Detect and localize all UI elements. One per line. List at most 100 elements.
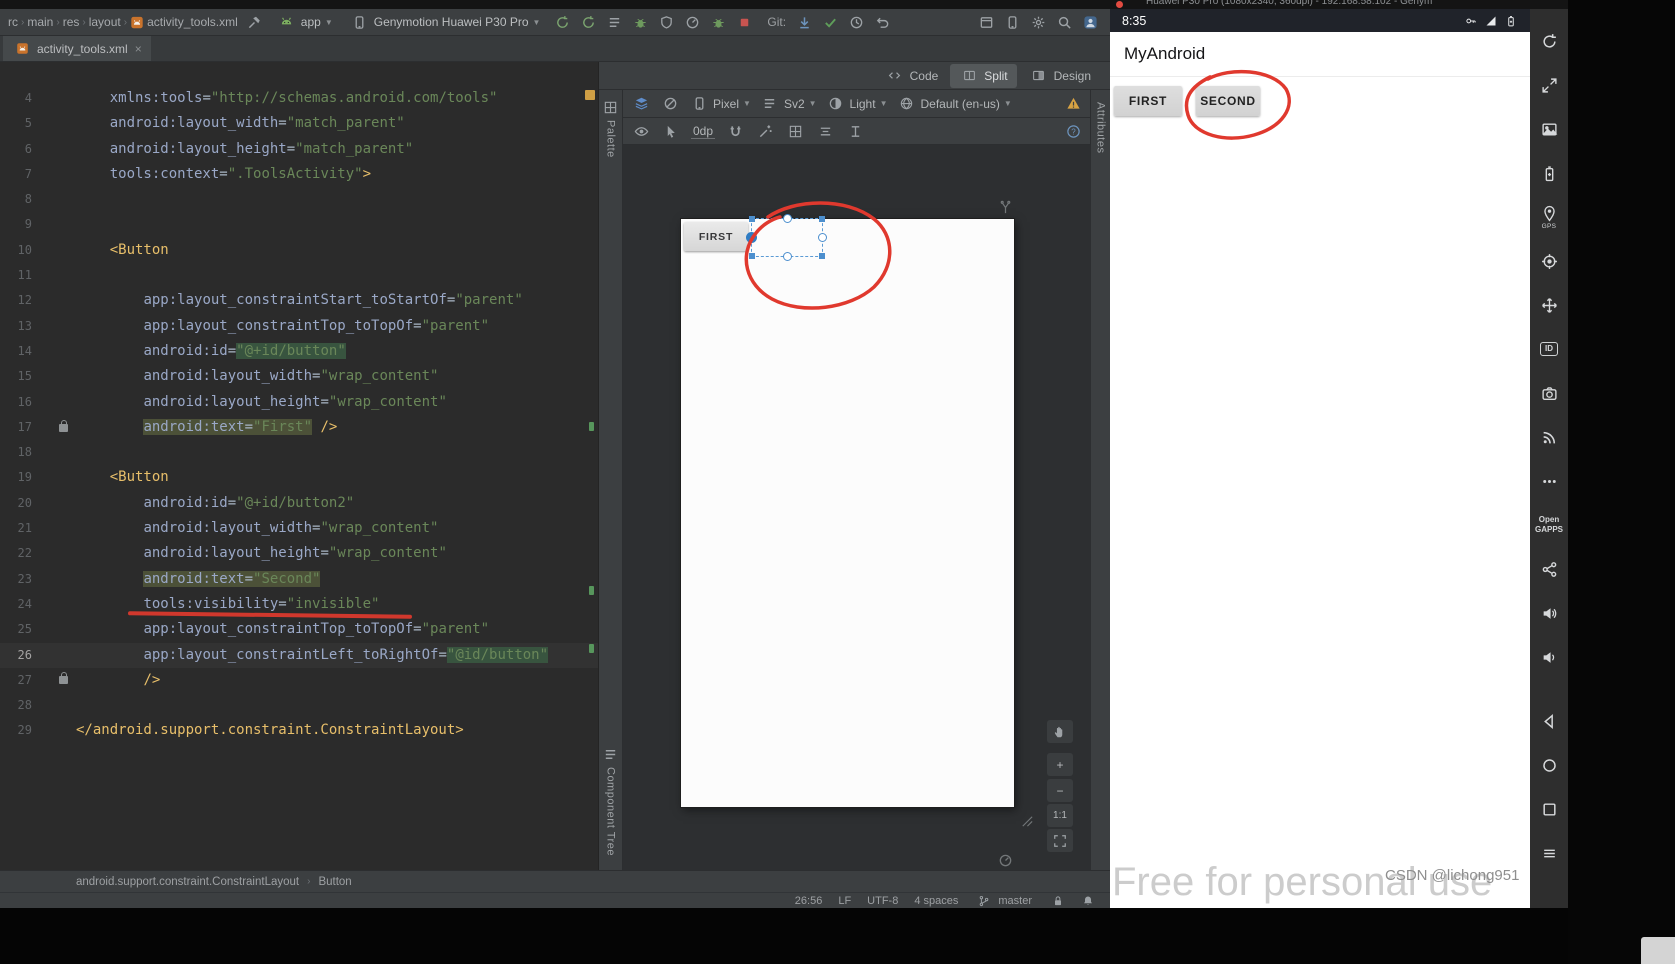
signal-icon[interactable] [1483, 14, 1498, 28]
theme-select[interactable]: Light ▼ [826, 95, 888, 113]
gps-button[interactable]: GPS [1530, 195, 1568, 239]
breadcrumb-item[interactable]: rc [8, 15, 18, 29]
code-line-24[interactable]: 24 tools:visibility="invisible" [0, 592, 598, 619]
default-margin-select[interactable]: 0dp [691, 124, 716, 139]
zoom-in-button[interactable]: + [1047, 753, 1073, 776]
code-line-9[interactable]: 9 [0, 212, 598, 237]
component-tree-tab[interactable]: Component Tree [605, 767, 617, 856]
device-select[interactable]: Genymotion Huawei P30 Pro ▼ [344, 12, 547, 32]
notifications-icon[interactable] [1078, 892, 1098, 910]
attributes-tab[interactable]: Attributes [1095, 102, 1107, 153]
breadcrumb-item[interactable]: layout [89, 15, 121, 29]
code-editor[interactable]: 4 xmlns:tools="http://schemas.android.co… [0, 62, 598, 870]
locale-select[interactable]: Default (en-us) ▼ [897, 95, 1012, 113]
breadcrumb-button[interactable]: Button [318, 876, 351, 888]
pan-tool-button[interactable] [1047, 720, 1073, 743]
resize-handle-icon[interactable] [1016, 811, 1036, 829]
view-options-icon[interactable] [631, 122, 651, 140]
status-item[interactable]: LF [838, 895, 851, 907]
resize-window-button[interactable] [1530, 63, 1568, 107]
design-canvas[interactable]: FIRST + − 1:1 [623, 145, 1091, 870]
attach-debugger-button[interactable] [707, 12, 730, 33]
breadcrumb-item[interactable]: main [27, 15, 53, 29]
status-item[interactable]: UTF-8 [867, 895, 898, 907]
run-config-select[interactable]: app ▼ [271, 12, 339, 32]
rotate-screen-button[interactable] [1530, 19, 1568, 63]
breadcrumb-item[interactable]: res [63, 15, 80, 29]
infer-constraints-icon[interactable] [755, 122, 775, 140]
code-line-25[interactable]: 25 app:layout_constraintTop_toTopOf="par… [0, 617, 598, 642]
code-line-4[interactable]: 4 xmlns:tools="http://schemas.android.co… [0, 86, 598, 111]
code-line-6[interactable]: 6 android:layout_height="match_parent" [0, 137, 598, 162]
layout-inspector-button[interactable] [1001, 12, 1024, 33]
code-line-11[interactable]: 11 [0, 263, 598, 288]
help-icon[interactable]: ? [1063, 122, 1083, 140]
debug-button[interactable] [629, 12, 652, 33]
stop-button[interactable] [733, 12, 756, 33]
device-manager-button[interactable] [975, 12, 998, 33]
code-line-21[interactable]: 21 android:layout_width="wrap_content" [0, 516, 598, 541]
breadcrumb-item[interactable]: activity_tools.xml [147, 15, 238, 29]
nav-home-button[interactable] [1530, 743, 1568, 787]
scrollbar-change-mark[interactable] [589, 644, 594, 653]
variants-icon[interactable] [995, 198, 1015, 216]
code-line-17[interactable]: 17 android:text="First" /> [0, 415, 598, 440]
status-item[interactable]: 4 spaces [914, 895, 958, 907]
camera-button[interactable] [1530, 371, 1568, 415]
volume-up-button[interactable] [1530, 591, 1568, 635]
autoconnect-icon[interactable] [725, 122, 745, 140]
palette-tab[interactable]: Palette [605, 120, 617, 158]
task-list-button[interactable] [603, 12, 626, 33]
zoom-actual-button[interactable]: 1:1 [1047, 804, 1073, 827]
nav-recents-button[interactable] [1530, 787, 1568, 831]
code-line-10[interactable]: 10 <Button [0, 238, 598, 263]
api-version-select[interactable]: Sv2 ▼ [760, 95, 817, 113]
profiler-button[interactable] [681, 12, 704, 33]
git-update-button[interactable] [793, 12, 816, 33]
share-button[interactable] [1530, 547, 1568, 591]
breadcrumb-constraint-layout[interactable]: android.support.constraint.ConstraintLay… [76, 876, 299, 888]
lock-icon[interactable] [1048, 892, 1068, 910]
volume-down-button[interactable] [1530, 635, 1568, 679]
code-line-28[interactable]: 28 [0, 693, 598, 718]
sync-gradle-button[interactable] [551, 12, 574, 33]
git-branch-widget[interactable]: master [974, 892, 1032, 910]
component-tree-icon[interactable] [601, 745, 621, 763]
code-line-5[interactable]: 5 android:layout_width="match_parent" [0, 111, 598, 136]
code-line-26[interactable]: 26 app:layout_constraintLeft_toRightOf="… [0, 642, 598, 668]
build-hammer-button[interactable] [243, 12, 266, 33]
code-line-13[interactable]: 13 app:layout_constraintTop_toTopOf="par… [0, 314, 598, 339]
profile-avatar[interactable] [1079, 12, 1102, 33]
code-line-12[interactable]: 12 app:layout_constraintStart_toStartOf=… [0, 288, 598, 313]
pack-icon[interactable] [785, 122, 805, 140]
more-options-button[interactable] [1530, 459, 1568, 503]
scrollbar-warning-mark[interactable] [585, 90, 595, 100]
search-button[interactable] [1053, 12, 1076, 33]
code-line-8[interactable]: 8 [0, 187, 598, 212]
close-icon[interactable]: × [135, 42, 142, 56]
code-line-14[interactable]: 14 android:id="@+id/button" [0, 339, 598, 364]
settings-button[interactable] [1027, 12, 1050, 33]
palette-icon[interactable] [601, 98, 621, 116]
git-rollback-button[interactable] [871, 12, 894, 33]
align-icon[interactable] [815, 122, 835, 140]
blueprint-toggle-icon[interactable] [660, 95, 680, 113]
status-item[interactable]: 26:56 [795, 895, 823, 907]
battery-icon[interactable] [1503, 14, 1518, 28]
device-id-button[interactable]: ID [1530, 327, 1568, 371]
code-line-20[interactable]: 20 android:id="@+id/button2" [0, 491, 598, 516]
vpn-key-icon[interactable] [1463, 14, 1478, 28]
git-history-button[interactable] [845, 12, 868, 33]
location-button[interactable] [1530, 239, 1568, 283]
tab-activity-tools-xml[interactable]: activity_tools.xml × [3, 36, 151, 61]
battery-widget-button[interactable] [1530, 151, 1568, 195]
mode-split-button[interactable]: Split [950, 63, 1017, 88]
zoom-fit-button[interactable] [1047, 829, 1073, 852]
nav-back-button[interactable] [1530, 699, 1568, 743]
preview-device-select[interactable]: Pixel ▼ [689, 95, 751, 113]
emulator-close-dot[interactable] [1116, 1, 1123, 8]
code-line-22[interactable]: 22 android:layout_height="wrap_content" [0, 541, 598, 566]
code-line-16[interactable]: 16 android:layout_height="wrap_content" [0, 390, 598, 415]
warning-icon[interactable] [1063, 95, 1083, 113]
mode-design-button[interactable]: Design [1020, 64, 1100, 88]
